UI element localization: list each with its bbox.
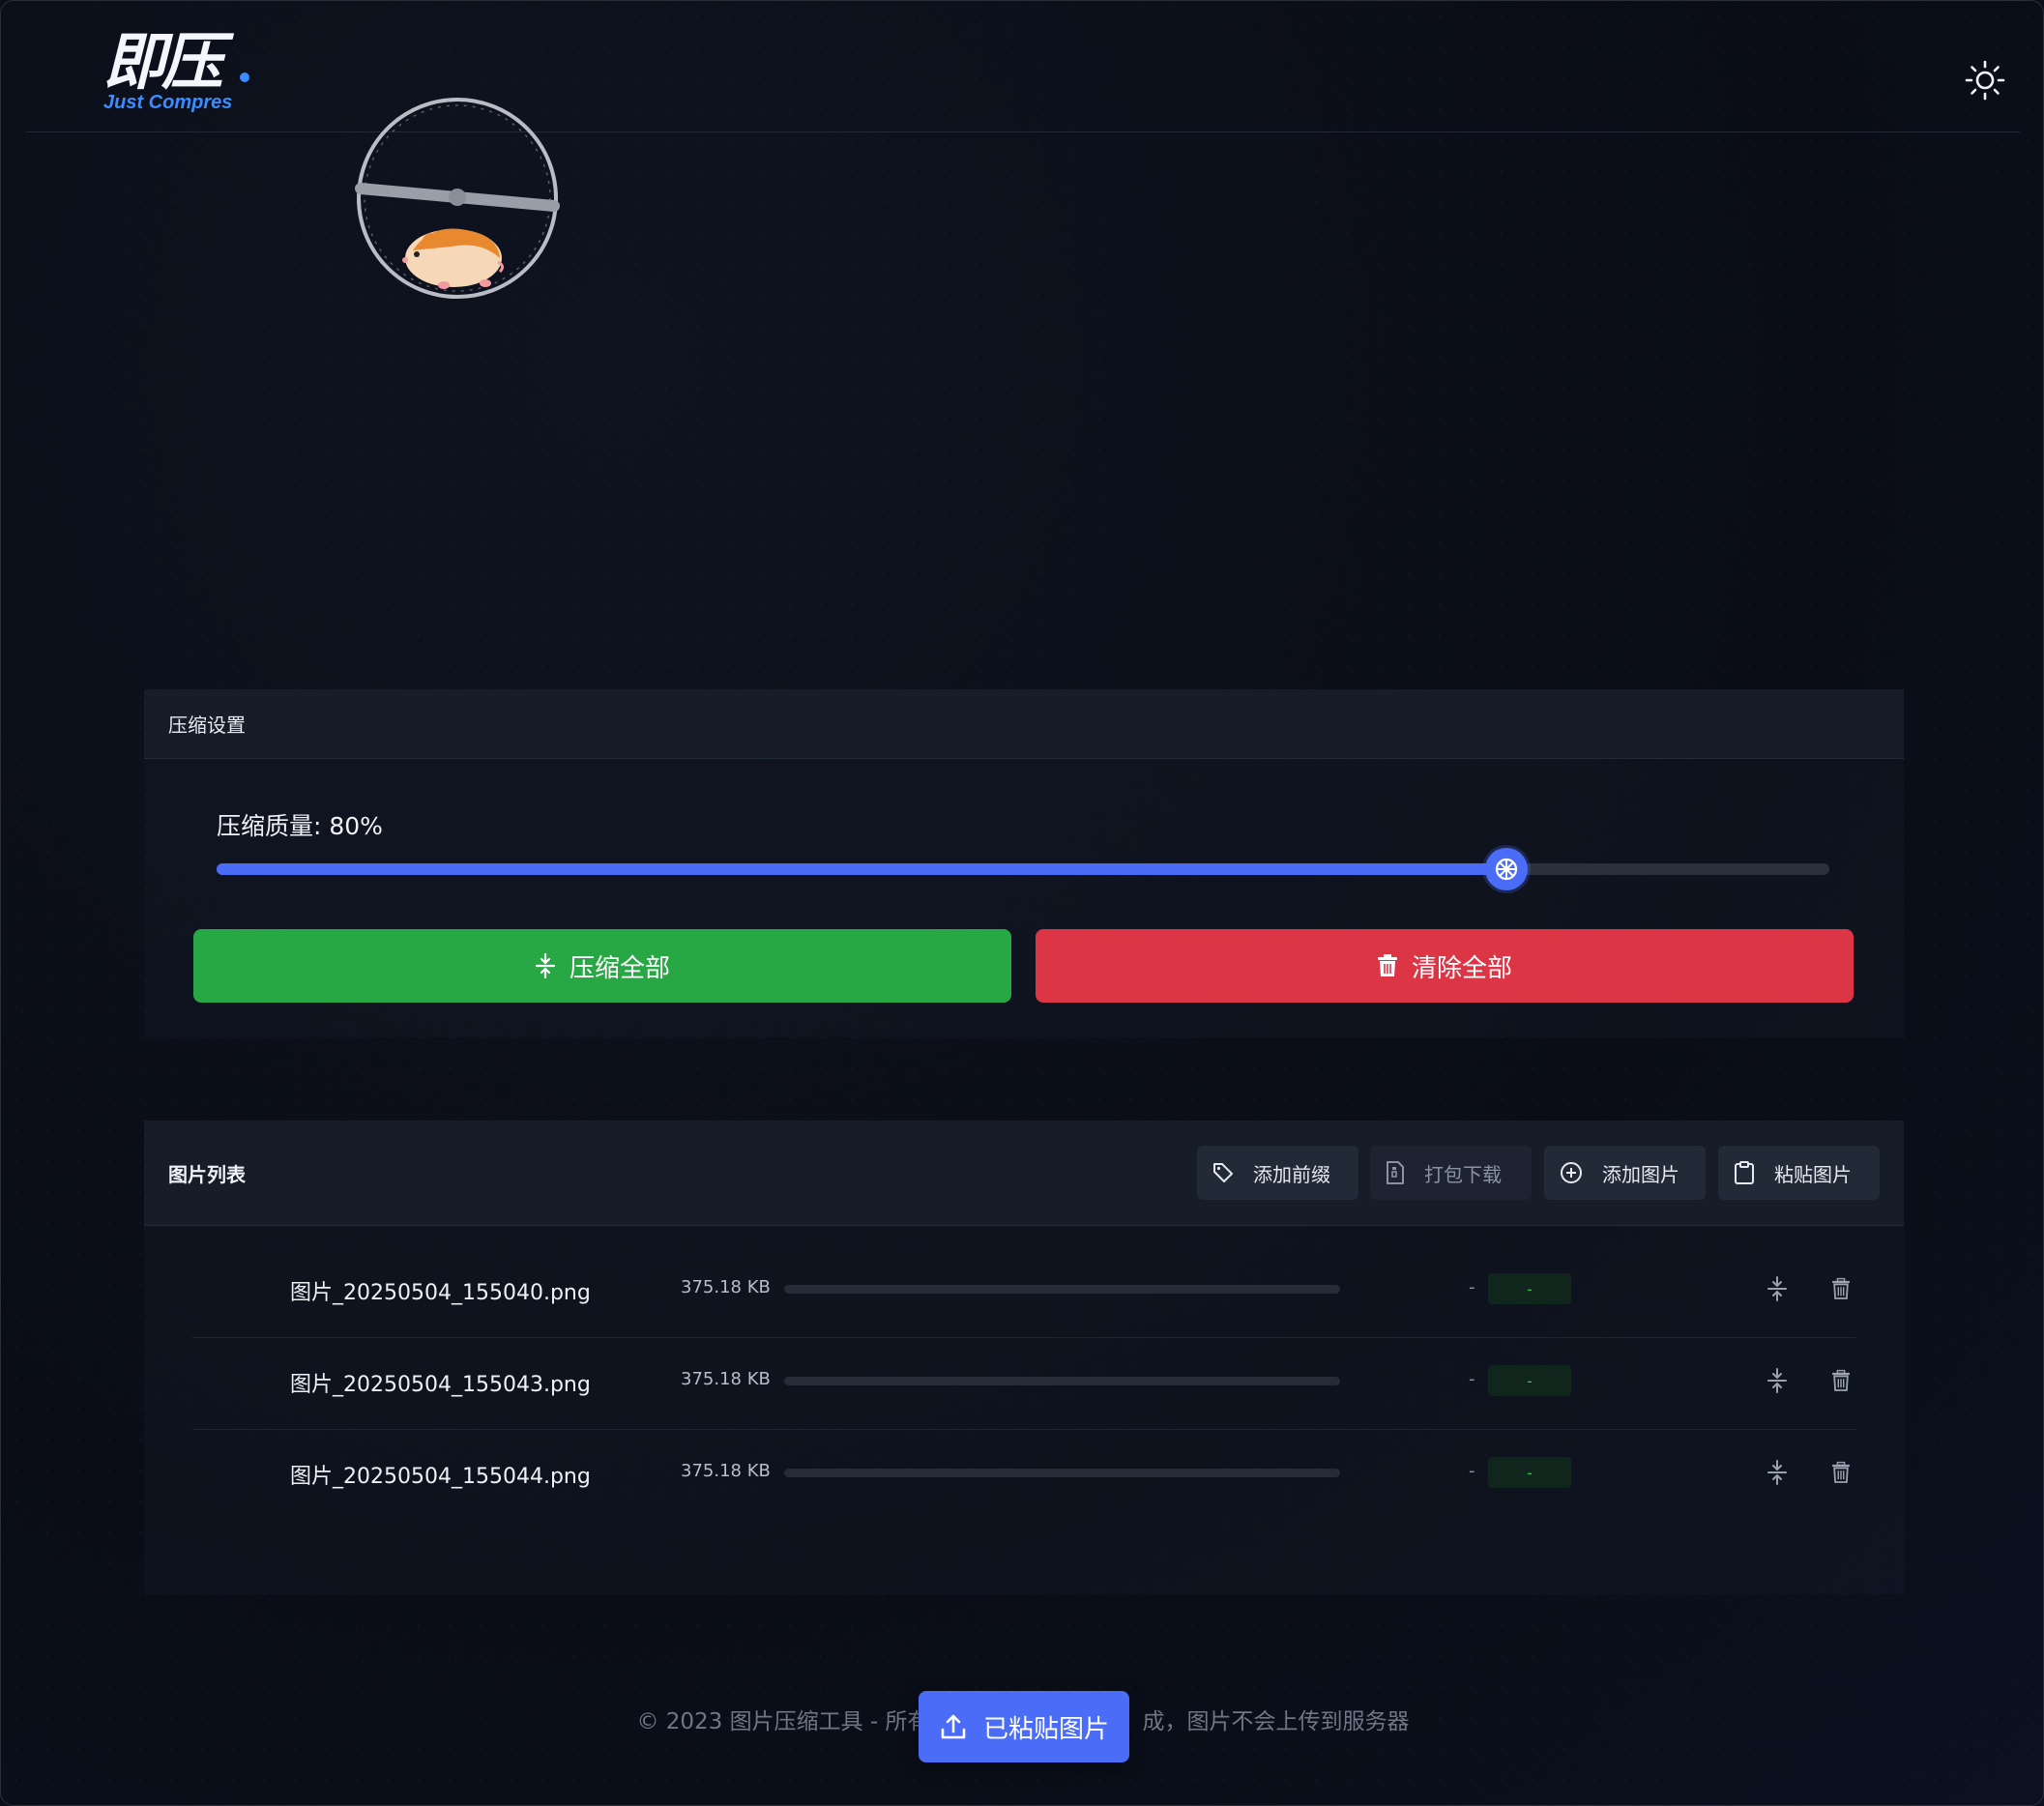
- compress-icon: [535, 953, 556, 978]
- hamster-wheel-illustration: [355, 96, 560, 301]
- delete-row-button[interactable]: [1825, 1273, 1856, 1304]
- file-size: 375.18 KB: [681, 1461, 771, 1481]
- plus-circle-icon: [1561, 1162, 1582, 1183]
- compressed-size: -: [1469, 1369, 1475, 1389]
- compressed-size: -: [1469, 1461, 1475, 1481]
- header: 即压 Just Compres: [26, 1, 2020, 132]
- logo-text: 即压: [103, 26, 223, 99]
- pasted-image-label: 已粘贴图片: [982, 1714, 1109, 1744]
- compress-row-button[interactable]: [1762, 1457, 1793, 1488]
- delete-row-button[interactable]: [1825, 1365, 1856, 1396]
- compression-progress-bar: [784, 1285, 1340, 1294]
- settings-card-title: 压缩设置: [144, 689, 1904, 759]
- table-row: 图片_20250504_155044.png 375.18 KB - -: [192, 1430, 1855, 1521]
- trash-icon: [1831, 1461, 1851, 1483]
- logo-subtitle: Just Compres: [103, 92, 233, 113]
- add-prefix-button[interactable]: 添加前缀: [1197, 1146, 1358, 1200]
- compress-all-label: 压缩全部: [569, 953, 670, 983]
- image-list-title: 图片列表: [168, 1163, 246, 1186]
- paste-image-label: 粘贴图片: [1774, 1162, 1852, 1186]
- compression-ratio-badge: -: [1488, 1365, 1571, 1396]
- file-name: 图片_20250504_155040.png: [290, 1281, 591, 1305]
- quality-slider-thumb[interactable]: [1485, 848, 1529, 890]
- file-name: 图片_20250504_155044.png: [290, 1465, 591, 1489]
- theme-toggle-button[interactable]: [1962, 57, 2008, 103]
- compression-ratio-badge: -: [1488, 1457, 1571, 1488]
- trash-icon: [1831, 1277, 1851, 1299]
- compression-settings-card: 压缩设置 压缩质量: 80% 压缩全部 清除全部: [144, 689, 1904, 1037]
- table-row: 图片_20250504_155040.png 375.18 KB - -: [192, 1246, 1855, 1338]
- footer-text-left: © 2023 图片压缩工具 - 所有: [636, 1709, 930, 1734]
- trash-icon: [1377, 954, 1397, 976]
- compress-row-button[interactable]: [1762, 1365, 1793, 1396]
- download-zip-label: 打包下载: [1424, 1162, 1502, 1186]
- compressed-size: -: [1469, 1277, 1475, 1297]
- trash-icon: [1831, 1369, 1851, 1391]
- upload-icon: [941, 1714, 966, 1739]
- file-size: 375.18 KB: [681, 1277, 771, 1297]
- logo[interactable]: 即压 Just Compres: [103, 26, 268, 121]
- compress-icon: [1767, 1460, 1787, 1485]
- sun-icon: [1965, 60, 2005, 101]
- file-size: 375.18 KB: [681, 1369, 771, 1389]
- quality-slider[interactable]: [217, 848, 1829, 890]
- clipboard-icon: [1735, 1161, 1754, 1184]
- download-zip-button[interactable]: 打包下载: [1370, 1146, 1532, 1200]
- file-name: 图片_20250504_155043.png: [290, 1373, 591, 1397]
- compression-progress-bar: [784, 1469, 1340, 1477]
- image-list-header: 图片列表 添加前缀 打包下载 添加图片 粘贴图片: [144, 1121, 1904, 1226]
- table-row: 图片_20250504_155043.png 375.18 KB - -: [192, 1338, 1855, 1430]
- compression-ratio-badge: -: [1488, 1273, 1571, 1304]
- quality-slider-fill: [217, 863, 1507, 875]
- app-window: 即压 Just Compres 压缩设置 压缩质量: 80% 压缩全部 清除全部…: [0, 0, 2044, 1806]
- delete-row-button[interactable]: [1825, 1457, 1856, 1488]
- pasted-image-toast-button[interactable]: 已粘贴图片: [919, 1691, 1129, 1762]
- zip-file-icon: [1387, 1161, 1404, 1184]
- quality-label: 压缩质量: 80%: [217, 812, 383, 840]
- add-image-label: 添加图片: [1602, 1162, 1679, 1186]
- dharma-wheel-icon: [1496, 858, 1518, 881]
- add-prefix-label: 添加前缀: [1253, 1162, 1330, 1186]
- compress-all-button[interactable]: 压缩全部: [193, 929, 1011, 1003]
- paste-image-button[interactable]: 粘贴图片: [1718, 1146, 1880, 1200]
- add-image-button[interactable]: 添加图片: [1544, 1146, 1706, 1200]
- clear-all-button[interactable]: 清除全部: [1036, 929, 1854, 1003]
- tag-icon: [1213, 1163, 1233, 1182]
- compress-row-button[interactable]: [1762, 1273, 1793, 1304]
- logo-dot: [240, 73, 249, 82]
- compress-icon: [1767, 1276, 1787, 1301]
- clear-all-label: 清除全部: [1411, 953, 1512, 983]
- footer-text-right: 成，图片不会上传到服务器: [1142, 1709, 1410, 1734]
- compression-progress-bar: [784, 1377, 1340, 1385]
- image-list-card: 图片列表 添加前缀 打包下载 添加图片 粘贴图片 图片_20250504_155…: [144, 1121, 1904, 1594]
- compress-icon: [1767, 1368, 1787, 1393]
